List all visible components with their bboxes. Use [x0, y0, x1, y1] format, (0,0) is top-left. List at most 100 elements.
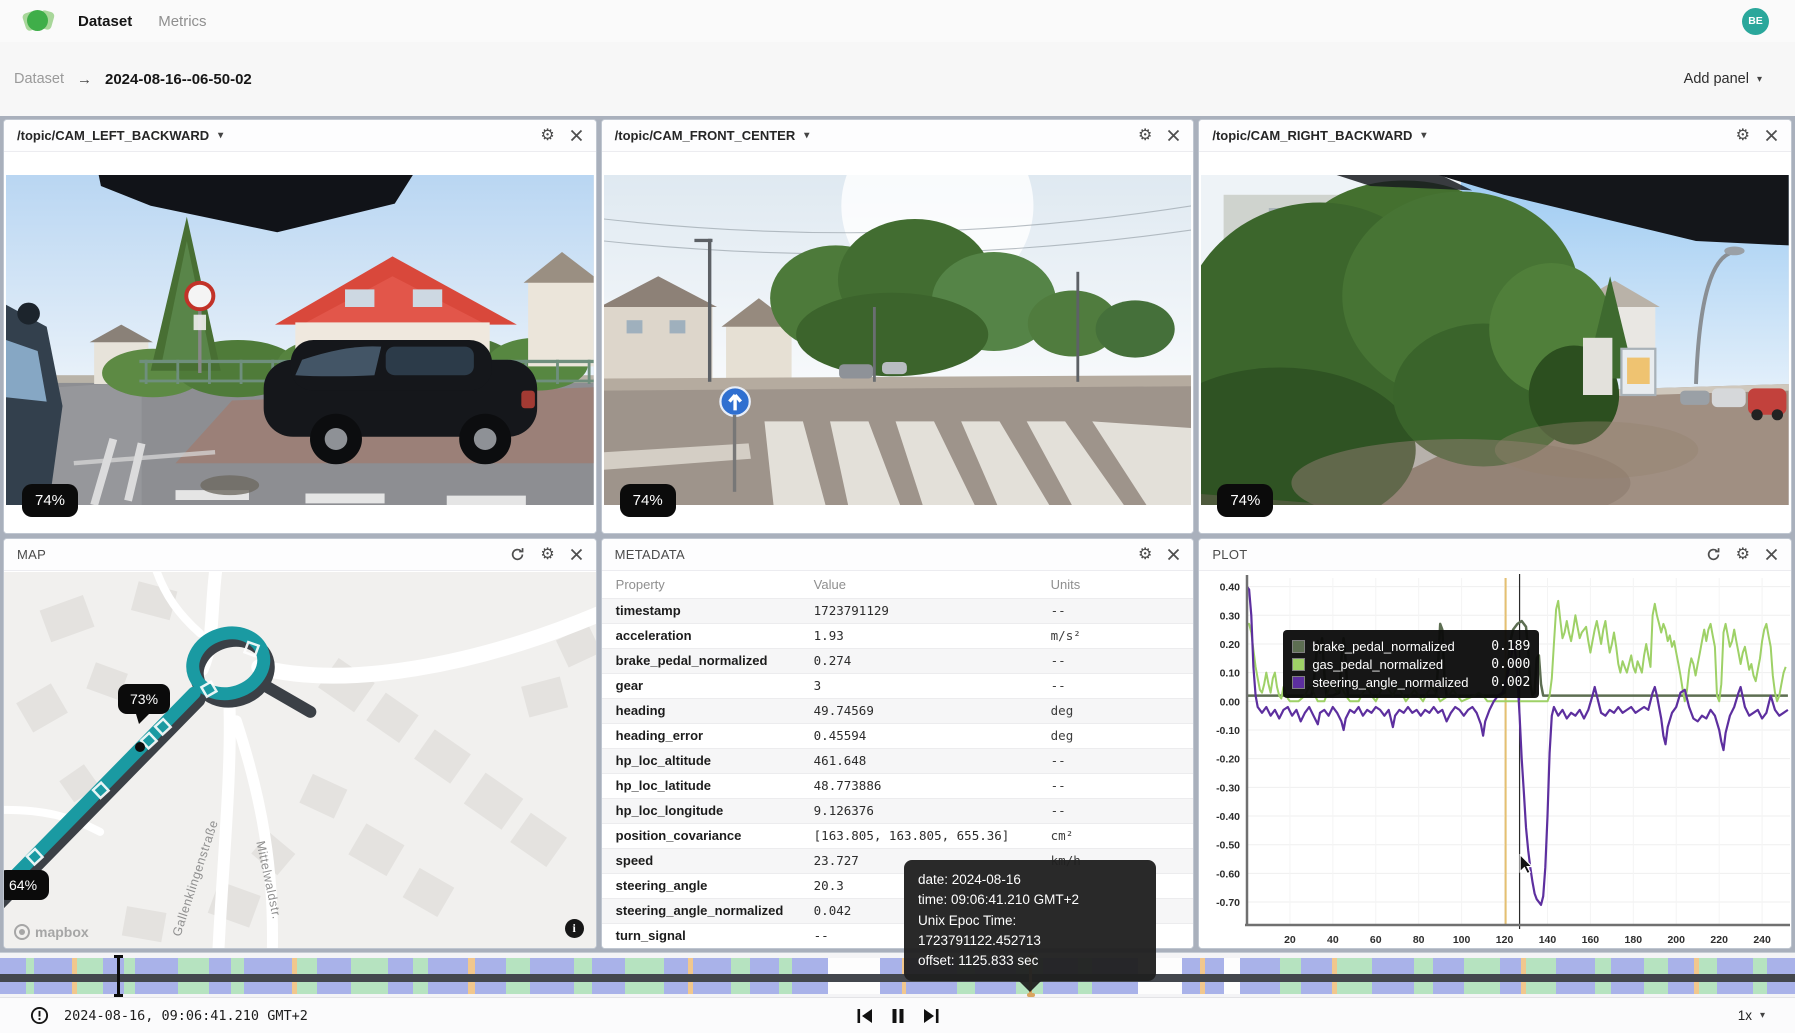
svg-text:-0.60: -0.60	[1216, 868, 1240, 880]
metadata-header-row: Property Value Units	[602, 572, 1194, 598]
metadata-row: hp_loc_altitude461.648--	[602, 748, 1194, 773]
close-icon[interactable]	[570, 129, 583, 142]
svg-text:60: 60	[1370, 934, 1382, 946]
tab-dataset[interactable]: Dataset	[78, 13, 132, 30]
column-header: Value	[802, 572, 1039, 598]
topic-selector-cam-right[interactable]: /topic/CAM_RIGHT_BACKWARD▾	[1212, 128, 1426, 143]
refresh-icon[interactable]	[510, 547, 525, 562]
panel-title: MAP	[17, 547, 46, 562]
metadata-row: gear3--	[602, 673, 1194, 698]
app-logo-icon	[26, 9, 50, 33]
tooltip-time: time: 09:06:41.210 GMT+2	[918, 890, 1142, 910]
close-icon[interactable]	[1167, 129, 1180, 142]
metadata-row: position_covariance[163.805, 163.805, 65…	[602, 823, 1194, 848]
mapbox-attribution[interactable]: mapbox	[14, 924, 89, 940]
svg-text:80: 80	[1413, 934, 1425, 946]
mapbox-logo-icon	[14, 924, 30, 940]
coverage-badge: 74%	[1217, 484, 1273, 517]
gear-icon[interactable]: ⚙	[1138, 128, 1152, 144]
column-header: Property	[602, 572, 802, 598]
timeline-track-bottom[interactable]	[0, 982, 1795, 994]
timeline-scrubber[interactable]	[0, 952, 1795, 997]
camera-image-right-backward	[1201, 175, 1789, 505]
panel-grid: /topic/CAM_LEFT_BACKWARD▾ ⚙	[0, 116, 1795, 952]
svg-text:20: 20	[1284, 934, 1296, 946]
svg-text:0.40: 0.40	[1220, 582, 1241, 594]
skip-backward-button[interactable]	[856, 1008, 873, 1024]
line-chart[interactable]: 0.400.300.200.100.00-0.10-0.20-0.30-0.40…	[1199, 572, 1792, 949]
close-icon[interactable]	[1765, 129, 1778, 142]
svg-text:40: 40	[1327, 934, 1339, 946]
camera-image-left-backward	[6, 175, 594, 505]
skip-forward-button[interactable]	[922, 1008, 939, 1024]
breadcrumb-root[interactable]: Dataset	[14, 71, 64, 87]
legend-swatch-icon	[1292, 658, 1305, 671]
svg-text:160: 160	[1582, 934, 1600, 946]
svg-text:-0.30: -0.30	[1216, 782, 1240, 794]
chevron-down-icon: ▾	[804, 130, 809, 141]
legend-swatch-icon	[1292, 640, 1305, 653]
svg-text:140: 140	[1539, 934, 1557, 946]
close-icon[interactable]	[1167, 548, 1180, 561]
mouse-cursor-icon	[1519, 854, 1533, 874]
svg-text:0.20: 0.20	[1220, 639, 1241, 651]
svg-text:-0.50: -0.50	[1216, 840, 1240, 852]
svg-text:0.00: 0.00	[1220, 696, 1241, 708]
svg-text:-0.20: -0.20	[1216, 754, 1240, 766]
coverage-badge: 74%	[620, 484, 676, 517]
chevron-down-icon: ▾	[1760, 1010, 1765, 1021]
plot-canvas[interactable]: 0.400.300.200.100.00-0.10-0.20-0.30-0.40…	[1199, 572, 1791, 948]
chevron-down-icon: ▾	[218, 130, 223, 141]
tab-metrics[interactable]: Metrics	[158, 13, 206, 30]
coverage-badge: 74%	[22, 484, 78, 517]
topic-selector-cam-front[interactable]: /topic/CAM_FRONT_CENTER▾	[615, 128, 810, 143]
gear-icon[interactable]: ⚙	[1736, 128, 1750, 144]
gear-icon[interactable]: ⚙	[1138, 547, 1152, 563]
pause-button[interactable]	[891, 1008, 904, 1024]
chevron-down-icon: ▾	[1757, 74, 1762, 85]
breadcrumb-current: 2024-08-16--06-50-02	[105, 71, 252, 88]
panel-cam-front-center: /topic/CAM_FRONT_CENTER▾ ⚙	[601, 119, 1195, 534]
map-canvas[interactable]: Gallenklingenstraße Mittelwaldstr. 73% 6…	[4, 572, 596, 948]
tooltip-date: date: 2024-08-16	[918, 870, 1142, 890]
svg-text:180: 180	[1625, 934, 1643, 946]
metadata-row: heading49.74569deg	[602, 698, 1194, 723]
svg-text:0.10: 0.10	[1220, 668, 1241, 680]
camera-image-front-center	[604, 175, 1192, 505]
playback-speed-selector[interactable]: 1x▾	[1738, 1008, 1765, 1023]
map-past-badge: 64%	[3, 870, 49, 900]
timeline-track-top[interactable]	[0, 958, 1795, 974]
metadata-row: hp_loc_longitude9.126376--	[602, 798, 1194, 823]
legend-row: brake_pedal_normalized0.189	[1292, 637, 1530, 655]
metadata-row: acceleration1.93m/s²	[602, 623, 1194, 648]
top-nav: Dataset Metrics BE	[0, 0, 1795, 42]
legend-row: steering_angle_normalized0.002	[1292, 673, 1530, 691]
svg-text:200: 200	[1668, 934, 1686, 946]
metadata-row: hp_loc_latitude48.773886--	[602, 773, 1194, 798]
refresh-icon[interactable]	[1706, 547, 1721, 562]
gear-icon[interactable]: ⚙	[540, 128, 554, 144]
legend-row: gas_pedal_normalized0.000	[1292, 655, 1530, 673]
close-icon[interactable]	[1765, 548, 1778, 561]
column-header: Units	[1039, 572, 1194, 598]
close-icon[interactable]	[570, 548, 583, 561]
panel-cam-right-backward: /topic/CAM_RIGHT_BACKWARD▾ ⚙	[1198, 119, 1792, 534]
add-panel-button[interactable]: Add panel▾	[1684, 71, 1762, 87]
panel-plot: PLOT ⚙ 0.400.300.200.100.00-0.10-0.20-0.…	[1198, 538, 1792, 949]
timeline-cursor-marker[interactable]	[112, 955, 125, 997]
svg-text:220: 220	[1711, 934, 1729, 946]
chevron-down-icon: ▾	[1421, 130, 1426, 141]
metadata-row: timestamp1723791129--	[602, 598, 1194, 623]
svg-text:100: 100	[1453, 934, 1471, 946]
avatar[interactable]: BE	[1742, 8, 1769, 35]
gear-icon[interactable]: ⚙	[1736, 547, 1750, 563]
panel-cam-left-backward: /topic/CAM_LEFT_BACKWARD▾ ⚙	[3, 119, 597, 534]
svg-text:240: 240	[1754, 934, 1772, 946]
topic-selector-cam-left[interactable]: /topic/CAM_LEFT_BACKWARD▾	[17, 128, 223, 143]
legend-swatch-icon	[1292, 676, 1305, 689]
map-position-badge: 73%	[118, 684, 170, 714]
svg-text:-0.70: -0.70	[1216, 897, 1240, 909]
gear-icon[interactable]: ⚙	[540, 547, 554, 563]
map-info-button[interactable]: i	[565, 919, 584, 938]
transport-bar: 2024-08-16, 09:06:41.210 GMT+2 1x▾	[0, 997, 1795, 1033]
